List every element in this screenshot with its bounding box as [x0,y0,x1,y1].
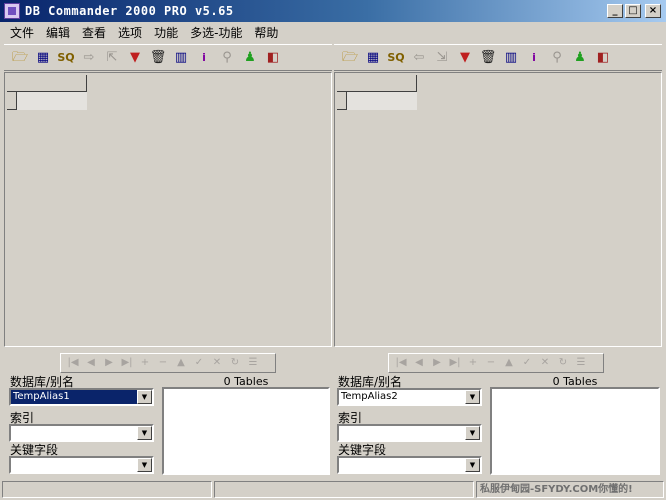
exit-icon[interactable]: ◧ [263,48,283,68]
refresh-icon[interactable]: ↻ [226,356,244,370]
menu-bar: 文件 编辑 查看 选项 功能 多选-功能 帮助 [0,22,666,43]
left-data-grid[interactable] [4,72,332,347]
info-icon[interactable]: i [194,48,214,68]
left-record-navigator: |◀ ◀ ▶ ▶| + − ▲ ✓ ✕ ↻ ☰ [60,353,276,373]
run-icon[interactable]: ♟ [240,48,260,68]
post-record-icon[interactable]: ✓ [518,356,536,370]
run-icon[interactable]: ♟ [570,48,590,68]
menu-options[interactable]: 选项 [112,24,148,41]
insert-record-icon[interactable]: + [136,356,154,370]
post-record-icon[interactable]: ✓ [190,356,208,370]
export-icon[interactable]: ⇱ [102,48,122,68]
prior-record-icon[interactable]: ◀ [82,356,100,370]
app-icon[interactable] [4,3,20,19]
info-icon[interactable]: i [524,48,544,68]
cancel-record-icon[interactable]: ✕ [208,356,226,370]
left-key-field-select[interactable]: ▼ [9,456,154,474]
right-index-select[interactable]: ▼ [337,424,482,442]
filter-icon[interactable]: ▼ [455,48,475,68]
first-record-icon[interactable]: |◀ [392,356,410,370]
delete-record-icon[interactable]: − [154,356,172,370]
menu-multiselect[interactable]: 多选-功能 [184,24,248,41]
right-key-field-select[interactable]: ▼ [337,456,482,474]
chevron-down-icon[interactable]: ▼ [465,426,480,440]
search-icon[interactable]: ⚲ [217,48,237,68]
left-db-alias-select[interactable]: TempAlias1 ▼ [9,388,154,406]
edit-record-icon[interactable]: ▲ [500,356,518,370]
right-db-alias-select[interactable]: TempAlias2 ▼ [337,388,482,406]
arrow-right-icon[interactable]: ⇨ [79,48,99,68]
chevron-down-icon[interactable]: ▼ [137,390,152,404]
status-panel-2 [214,481,474,498]
next-record-icon[interactable]: ▶ [100,356,118,370]
status-bar: 私服伊甸园-SFYDY.COM你懂的! [0,480,666,499]
arrow-left-icon[interactable]: ⇦ [409,48,429,68]
filter-icon[interactable]: ▼ [125,48,145,68]
trash-icon[interactable]: 🗑 [478,48,498,68]
next-record-icon[interactable]: ▶ [428,356,446,370]
refresh-icon[interactable]: ↻ [554,356,572,370]
left-tables-list[interactable] [162,387,330,475]
export-icon[interactable]: ⇲ [432,48,452,68]
batch-icon[interactable]: ▥ [171,48,191,68]
open-folder-icon[interactable]: 🗁 [10,48,30,68]
menu-help[interactable]: 帮助 [248,24,284,41]
search-icon[interactable]: ⚲ [547,48,567,68]
right-data-grid[interactable] [334,72,662,347]
menu-view[interactable]: 查看 [76,24,112,41]
last-record-icon[interactable]: ▶| [118,356,136,370]
menu-functions[interactable]: 功能 [148,24,184,41]
trash-icon[interactable]: 🗑 [148,48,168,68]
last-record-icon[interactable]: ▶| [446,356,464,370]
left-toolbar: 🗁 ▦ SQ ⇨ ⇱ ▼ 🗑 ▥ i ⚲ ♟ ◧ [4,44,332,71]
left-index-select[interactable]: ▼ [9,424,154,442]
first-record-icon[interactable]: |◀ [64,356,82,370]
status-panel-1 [2,481,212,498]
sql-icon[interactable]: SQ [386,48,406,68]
grid-header-corner [7,75,87,111]
status-panel-watermark: 私服伊甸园-SFYDY.COM你懂的! [476,481,664,498]
grid-header-corner [337,75,417,111]
table-icon[interactable]: ▦ [33,48,53,68]
exit-icon[interactable]: ◧ [593,48,613,68]
open-folder-icon[interactable]: 🗁 [340,48,360,68]
right-toolbar: 🗁 ▦ SQ ⇦ ⇲ ▼ 🗑 ▥ i ⚲ ♟ ◧ [334,44,662,71]
grid-options-icon[interactable]: ☰ [572,356,590,370]
right-tables-list[interactable] [490,387,660,475]
right-record-navigator: |◀ ◀ ▶ ▶| + − ▲ ✓ ✕ ↻ ☰ [388,353,604,373]
maximize-button[interactable]: □ [625,4,641,18]
table-icon[interactable]: ▦ [363,48,383,68]
minimize-button[interactable]: _ [607,4,623,18]
menu-file[interactable]: 文件 [4,24,40,41]
delete-record-icon[interactable]: − [482,356,500,370]
chevron-down-icon[interactable]: ▼ [137,426,152,440]
insert-record-icon[interactable]: + [464,356,482,370]
cancel-record-icon[interactable]: ✕ [536,356,554,370]
batch-icon[interactable]: ▥ [501,48,521,68]
sql-icon[interactable]: SQ [56,48,76,68]
title-bar: DB Commander 2000 PRO v5.65 _ □ × [0,0,666,22]
close-button[interactable]: × [645,4,661,18]
chevron-down-icon[interactable]: ▼ [465,458,480,472]
grid-options-icon[interactable]: ☰ [244,356,262,370]
window-title: DB Commander 2000 PRO v5.65 [25,4,234,18]
chevron-down-icon[interactable]: ▼ [137,458,152,472]
menu-edit[interactable]: 编辑 [40,24,76,41]
chevron-down-icon[interactable]: ▼ [465,390,480,404]
prior-record-icon[interactable]: ◀ [410,356,428,370]
edit-record-icon[interactable]: ▲ [172,356,190,370]
